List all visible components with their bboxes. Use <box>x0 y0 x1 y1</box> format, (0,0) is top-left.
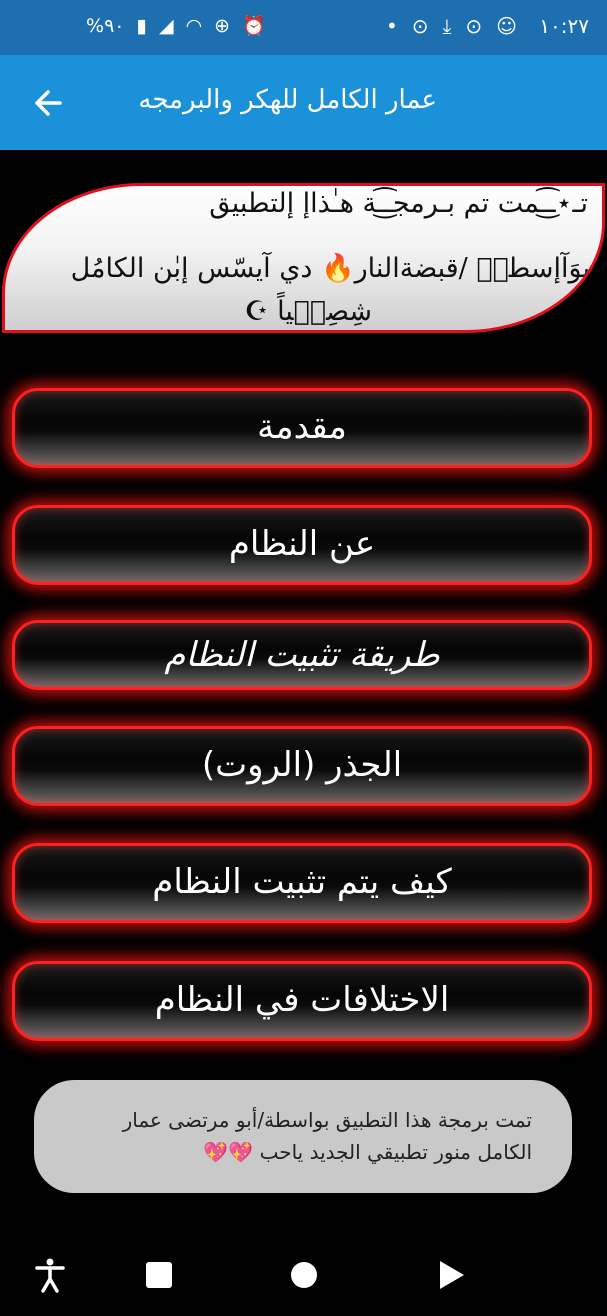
avatar-icon: ☺ <box>496 14 517 38</box>
banner-line-3: شِصِخۨياً ☪︎ <box>244 296 372 327</box>
menu-button-label: الجذر (الروت) <box>201 745 403 785</box>
status-bar: ١٠:٢٧ • ⊙ ⤓ ⊙ ☺ %٩٠ ▮ ◢ ◠ ⊕ ⏰ <box>0 0 607 55</box>
menu-button-label: طريقة تثبيت النظام <box>164 635 440 675</box>
banner-line-1: تـ⋆ـ͜͡ـمت تم بـرمجـ͜͡ـة هـٰذاإ إلتطبيق <box>209 188 588 219</box>
home-button[interactable] <box>289 1260 319 1294</box>
recent-apps-button[interactable] <box>145 1261 173 1293</box>
menu-button-intro[interactable]: مقدمة <box>12 388 592 468</box>
download-icon: ⤓ <box>442 14 452 38</box>
menu-button-label: عن النظام <box>228 524 376 564</box>
banner-line-2: بوَآإسطهۨ /قبضةالنار🔥 دي آيسّس إبٰن الكا… <box>70 253 590 284</box>
app-title: عمار الكامل للهكر والبرمجه <box>138 85 437 115</box>
menu-button-label: الاختلافات في النظام <box>154 980 450 1020</box>
back-arrow-icon[interactable] <box>30 83 70 123</box>
intro-banner: تـ⋆ـ͜͡ـمت تم بـرمجـ͜͡ـة هـٰذاإ إلتطبيق ب… <box>2 183 605 333</box>
media-icon-2: ⊙ <box>465 14 483 38</box>
media-icon: ⊙ <box>411 14 429 38</box>
toast-message: تمت برمجة هذا التطبيق بواسطة/أبو مرتضى ع… <box>34 1080 572 1193</box>
battery-icon: ▮ <box>136 14 147 37</box>
menu-button-install-method[interactable]: طريقة تثبيت النظام <box>12 620 592 690</box>
data-saver-icon: ⊕ <box>214 14 231 37</box>
app-bar: عمار الكامل للهكر والبرمجه <box>0 55 607 150</box>
notification-dot-icon: • <box>385 14 398 38</box>
menu-button-label: كيف يتم تثبيت النظام <box>152 862 452 902</box>
toast-line-1: تمت برمجة هذا التطبيق بواسطة/أبو مرتضى ع… <box>122 1108 532 1132</box>
battery-text: %٩٠ <box>86 14 125 37</box>
status-time: ١٠:٢٧ <box>539 14 589 38</box>
menu-button-root[interactable]: الجذر (الروت) <box>12 726 592 806</box>
menu-button-how-install[interactable]: كيف يتم تثبيت النظام <box>12 843 592 923</box>
wifi-icon: ◠ <box>185 14 203 37</box>
menu-button-differences[interactable]: الاختلافات في النظام <box>12 961 592 1041</box>
menu-button-label: مقدمة <box>257 407 347 447</box>
back-button[interactable] <box>438 1259 466 1295</box>
system-nav-bar <box>0 1235 607 1316</box>
accessibility-icon[interactable] <box>34 1257 66 1297</box>
status-icons-right: • ⊙ ⤓ ⊙ ☺ <box>386 14 517 38</box>
status-icons-left: %٩٠ ▮ ◢ ◠ ⊕ ⏰ <box>86 14 266 38</box>
menu-button-about-system[interactable]: عن النظام <box>12 505 592 585</box>
toast-line-2: الكامل منور تطبيقي الجديد ياحب 💖💖 <box>203 1140 532 1164</box>
alarm-icon: ⏰ <box>242 15 266 37</box>
signal-icon: ◢ <box>158 14 174 37</box>
